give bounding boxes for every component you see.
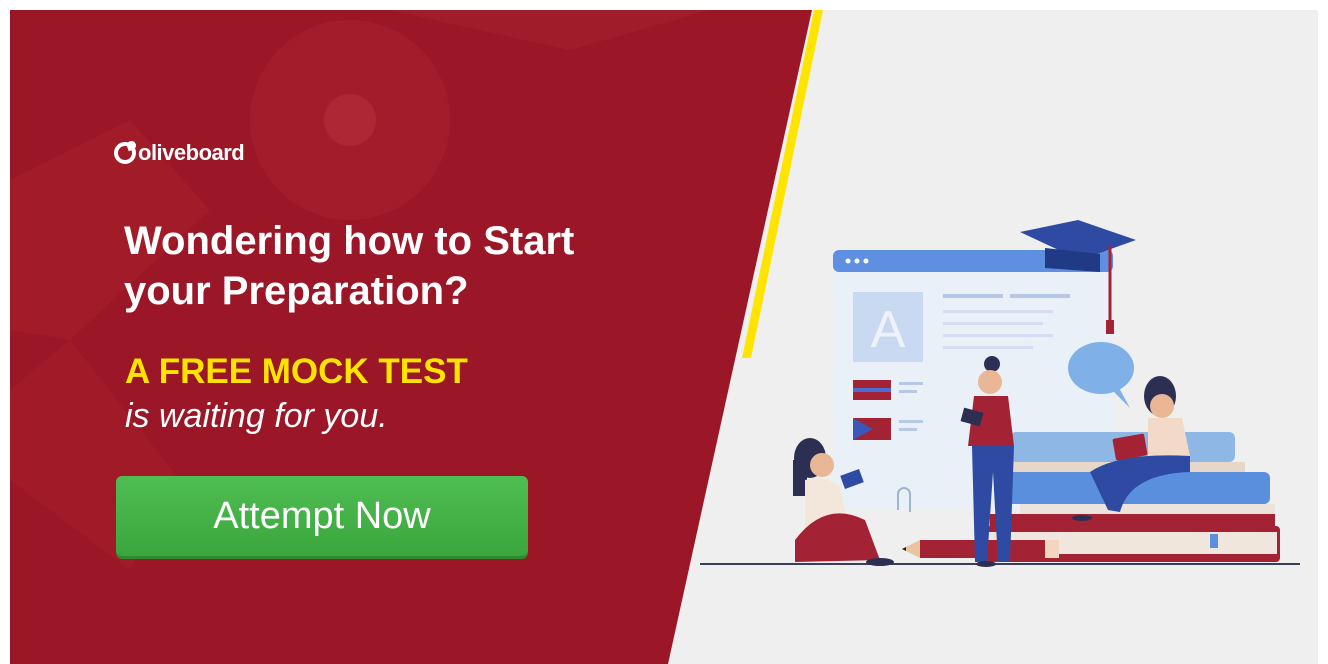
study-illustration: A <box>700 220 1300 567</box>
card-letter: A <box>871 301 906 359</box>
logo-text: oliveboard <box>138 140 245 165</box>
attempt-now-button[interactable]: Attempt Now <box>116 476 528 556</box>
headline-line-1: Wondering how to Start <box>124 219 575 263</box>
oliveboard-logo: oliveboard <box>114 140 245 166</box>
headline-line-2: your Preparation? <box>124 269 469 313</box>
logo-mark-icon <box>114 142 136 164</box>
offer-subline: is waiting for you. <box>125 397 388 435</box>
offer-text: A FREE MOCK TEST <box>125 352 468 391</box>
promo-banner: oliveboard Wondering how to Start your P… <box>10 10 1318 664</box>
headline: Wondering how to Start your Preparation? <box>124 216 764 316</box>
